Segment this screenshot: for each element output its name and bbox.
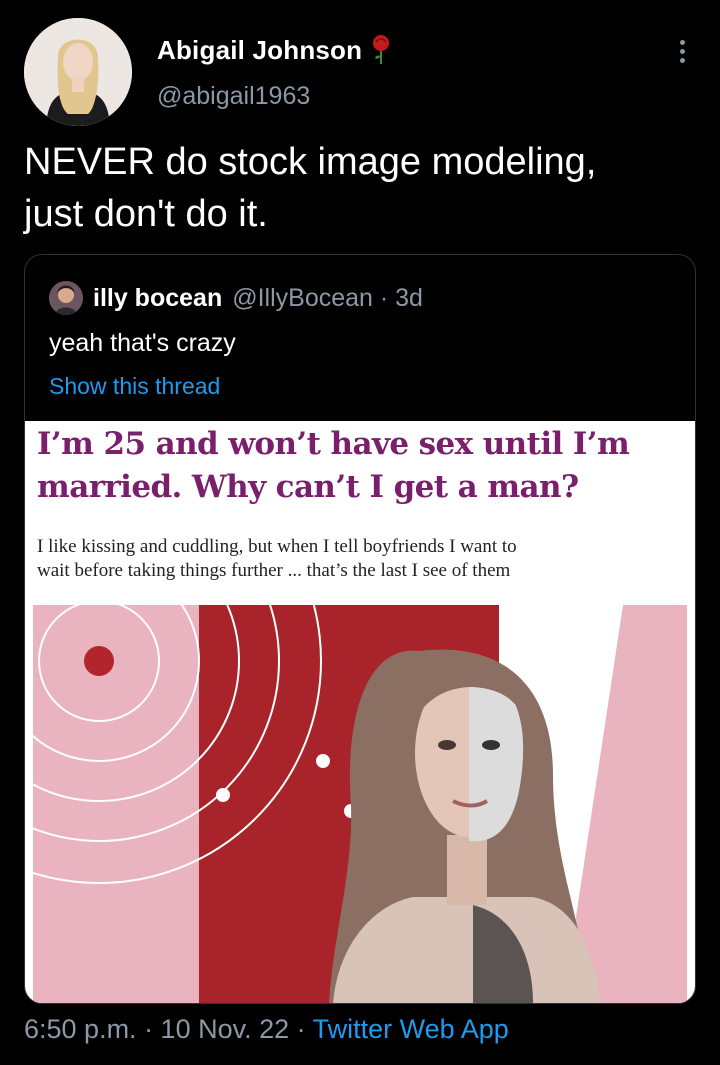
author-name-row: Abigail Johnson (157, 34, 392, 66)
headline-line: I’m 25 and won’t have sex until I’m (37, 426, 630, 462)
standfirst-line: I like kissing and cuddling, but when I … (37, 536, 517, 557)
quoted-text: yeah that's crazy (49, 329, 236, 357)
show-thread-link[interactable]: Show this thread (49, 373, 220, 400)
quoted-header: illy bocean @IllyBocean · 3d (49, 281, 423, 315)
more-options-icon[interactable] (672, 36, 692, 76)
author-handle[interactable]: @abigail1963 (157, 82, 310, 111)
quoted-tweet[interactable]: illy bocean @IllyBocean · 3d yeah that's… (24, 254, 696, 1004)
tweet-text: NEVER do stock image modeling, just don'… (24, 136, 704, 240)
tweet-text-line: NEVER do stock image modeling, (24, 141, 597, 183)
source-app-link[interactable]: Twitter Web App (313, 1014, 509, 1044)
article-image[interactable]: I’m 25 and won’t have sex until I’m marr… (25, 421, 695, 1003)
author-avatar[interactable] (24, 18, 132, 126)
standfirst-line: wait before taking things further ... th… (37, 560, 511, 581)
quoted-name[interactable]: illy bocean (93, 284, 222, 313)
quoted-avatar[interactable] (49, 281, 83, 315)
author-name[interactable]: Abigail Johnson (157, 35, 362, 66)
article-headline: I’m 25 and won’t have sex until I’m marr… (37, 423, 677, 509)
headline-line: married. Why can’t I get a man? (37, 469, 579, 505)
tweet-footer: 6:50 p.m. · 10 Nov. 22 · Twitter Web App (24, 1014, 509, 1045)
rose-icon (373, 35, 390, 64)
timestamp[interactable]: 6:50 p.m. · 10 Nov. 22 · (24, 1014, 313, 1044)
quoted-handle[interactable]: @IllyBocean · 3d (232, 284, 423, 313)
article-photo (33, 605, 687, 1003)
tweet-text-line: just don't do it. (24, 193, 268, 235)
article-standfirst: I like kissing and cuddling, but when I … (37, 535, 677, 583)
